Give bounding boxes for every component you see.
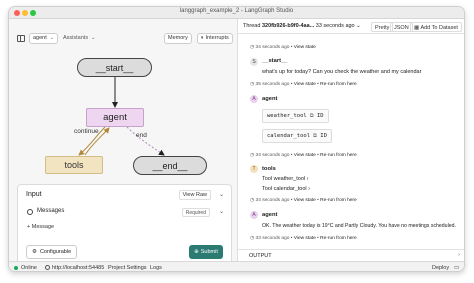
thread-header: Thread 320fb926-b9f0-4aa... 33 seconds a… [238,19,464,34]
step-node-label: tools [262,166,276,172]
clock-icon: ◷ [250,153,255,158]
step-node-label: agent [262,96,278,102]
tool-result-text: Tool weather_tool [262,176,306,182]
step-meta: ◷ 34 seconds ago • View state • Re-run f… [250,198,357,203]
step-meta: ◷ 35 seconds ago • View state • Re-run f… [250,82,357,87]
add-message-button[interactable]: + Message [27,224,54,230]
step-meta: ◷ 34 seconds ago • View state [250,45,316,50]
human-message-text: what's up for today? Can you check the w… [262,69,422,75]
messages-label: Messages [37,208,65,214]
step-time: 34 seconds ago [255,198,290,203]
chevron-down-icon[interactable]: ⌄ [219,208,224,215]
thread-pane: Thread 320fb926-b9f0-4aa... 33 seconds a… [238,19,464,261]
message-icon [27,209,33,215]
configurable-button[interactable]: ⚙ Configurable [26,245,78,259]
start-node-icon: S [250,58,258,66]
status-text: Online [21,265,37,271]
thread-id[interactable]: 320fb926-b9f0-4aa... [262,23,314,29]
view-state-link[interactable]: View state [294,82,316,87]
status-bar: Online http://localhost:54485 Project Se… [9,261,464,271]
view-state-link[interactable]: View state [294,198,316,203]
project-settings-link[interactable]: Project Settings [108,265,147,271]
node-tools[interactable]: tools [45,156,103,174]
rerun-link[interactable]: Re-run from here [320,198,357,203]
rerun-link[interactable]: Re-run from here [320,82,357,87]
server-url: http://localhost:54485 [52,265,105,271]
add-to-dataset-label: Add To Dataset [420,25,458,31]
step-node-label: agent [262,212,278,218]
edge-label-end: end [136,132,147,139]
chevron-down-icon[interactable]: ⌄ [219,191,224,198]
deploy-link[interactable]: Deploy [432,265,449,271]
chevron-down-icon[interactable]: ⌄ [356,23,361,29]
chevron-right-icon: › [306,176,309,182]
plus-icon: ⊕ [194,249,199,255]
input-title: Input [26,191,42,198]
copy-icon[interactable]: ⧉ [313,133,317,139]
rerun-link[interactable]: Re-run from here [320,236,357,241]
tool-result-row[interactable]: Tool weather_tool › [262,176,309,182]
submit-button[interactable]: ⊕ Submit [189,245,223,259]
thread-label: Thread [243,23,261,29]
tool-call-box[interactable]: calendar_tool ⧉ ID [262,129,332,143]
agent-node-icon: A [250,95,258,103]
submit-label: Submit [200,249,218,255]
add-to-dataset-button[interactable]: ▦ Add To Dataset [410,22,462,32]
view-state-link[interactable]: View state [294,236,316,241]
clock-icon: ◷ [250,82,255,87]
server-url-link[interactable]: http://localhost:54485 [45,265,104,271]
required-badge: Required [181,208,210,217]
node-end[interactable]: __end__ [133,156,207,175]
chevron-right-icon: › [308,186,311,192]
tools-node-icon: T [250,165,258,173]
online-status-dot [14,266,18,270]
input-panel: Input View Raw ⌄ Messages Required ⌄ + M… [17,184,232,267]
view-state-link[interactable]: View state [294,45,316,50]
step-meta: ◷ 34 seconds ago • View state • Re-run f… [250,153,357,158]
logs-link[interactable]: Logs [150,265,162,271]
tool-call-name: calendar_tool [267,133,311,139]
graph-pane: agent ⌄ Assistants ⌄ Memory ⏸ Interrupts __… [9,19,238,267]
title-bar: langgraph_example_2 - LangGraph Studio [9,7,464,19]
thread-info: Thread 320fb926-b9f0-4aa... 33 seconds a… [243,23,361,29]
tool-call-name: weather_tool [267,113,307,119]
output-label: OUTPUT [249,253,272,259]
rerun-link[interactable]: Re-run from here [320,153,357,158]
thread-time: 33 seconds ago [315,23,355,29]
clock-icon: ◷ [250,236,255,241]
chevron-right-icon[interactable]: › [458,252,460,258]
window-title: langgraph_example_2 - LangGraph Studio [179,8,294,14]
step-node-label: __start__ [262,58,288,64]
configurable-label: Configurable [39,249,72,255]
step-time: 33 seconds ago [255,236,290,241]
node-start[interactable]: __start__ [77,58,152,77]
tool-result-text: Tool calendar_tool [262,186,307,192]
ai-message-text: OK. The weather today is 19°C and Partly… [262,223,456,229]
tool-call-id-label: ID [317,113,324,119]
panel-layout-icon[interactable]: ▭ [454,265,459,271]
step-time: 34 seconds ago [255,153,290,158]
tool-result-row[interactable]: Tool calendar_tool › [262,186,310,192]
edge-label-continue: continue [74,128,99,135]
view-state-link[interactable]: View state [294,153,316,158]
copy-icon[interactable]: ⧉ [310,113,314,119]
step-time: 34 seconds ago [255,45,290,50]
app-window: langgraph_example_2 - LangGraph Studio a… [8,6,465,272]
step-time: 35 seconds ago [255,82,290,87]
step-meta: ◷ 33 seconds ago • View state • Re-run f… [250,236,357,241]
clock-icon: ◷ [250,45,255,50]
globe-icon [45,265,50,270]
view-raw-button[interactable]: View Raw [178,190,211,200]
clock-icon: ◷ [250,198,255,203]
dataset-icon: ▦ [414,25,420,31]
gear-icon: ⚙ [32,249,37,255]
agent-node-icon: A [250,211,258,219]
output-section[interactable]: OUTPUT › [238,249,464,261]
tool-call-box[interactable]: weather_tool ⧉ ID [262,109,329,123]
node-agent[interactable]: agent [86,108,144,127]
tool-call-id-label: ID [320,133,327,139]
